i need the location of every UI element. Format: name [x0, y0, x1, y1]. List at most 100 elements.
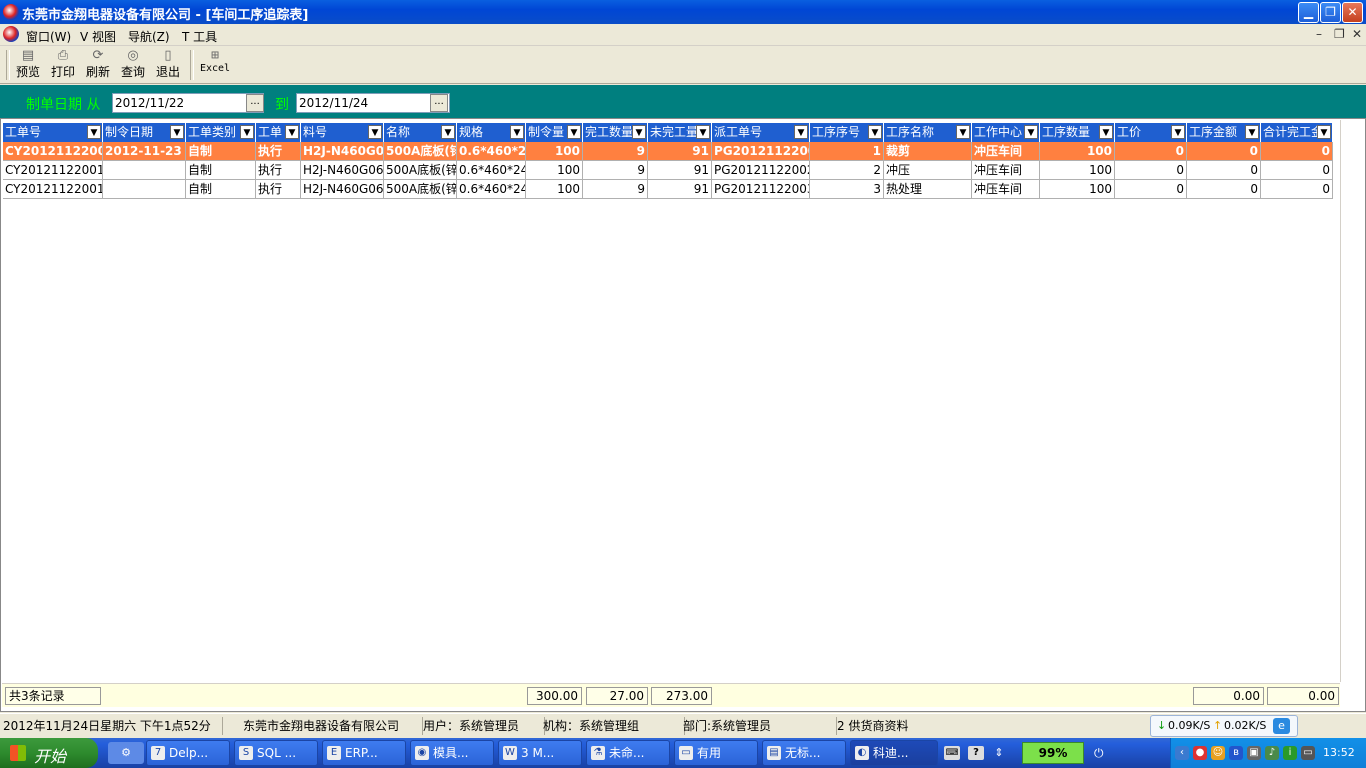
menu-view[interactable]: V 视图 — [80, 28, 116, 45]
col-order-date-cell[interactable] — [103, 161, 186, 180]
col-spec-cell[interactable]: 0.6*460*2 — [457, 142, 526, 161]
col-dispatch-no-cell[interactable]: PG20121122003 — [712, 180, 810, 199]
filter-dropdown-icon[interactable]: ▼ — [1317, 125, 1331, 139]
battery-meter[interactable]: 99% — [1022, 742, 1084, 764]
col-process-seq-cell[interactable]: 2 — [810, 161, 884, 180]
col-process-qty-cell[interactable]: 100 — [1040, 180, 1115, 199]
browser-icon[interactable]: e — [1273, 718, 1290, 734]
col-process-name-cell[interactable]: 冲压 — [884, 161, 972, 180]
col-order-qty-cell[interactable]: 100 — [526, 161, 583, 180]
col-process-amount-cell[interactable]: 0 — [1187, 161, 1261, 180]
col-total-done-amount-cell[interactable]: 0 — [1261, 142, 1333, 161]
col-process-qty-header[interactable]: 工序数量 ▼ — [1040, 123, 1115, 142]
mdi-close-icon[interactable]: ✕ — [1352, 27, 1362, 41]
filter-dropdown-icon[interactable]: ▼ — [956, 125, 970, 139]
data-grid[interactable]: 工单号 ▼ 制令日期 ▼ 工单类别 ▼ 工单 ▼ 料号 ▼ 名称 ▼ 规格 ▼ 制令量 ▼ 完工数量 ▼ 未完工量 ▼… — [0, 118, 1366, 712]
filter-dropdown-icon[interactable]: ▼ — [1245, 125, 1259, 139]
filter-dropdown-icon[interactable]: ▼ — [868, 125, 882, 139]
task-mold-button[interactable]: ◉ 模具... — [410, 740, 494, 766]
tray-network-icon[interactable]: ▣ — [1247, 746, 1261, 760]
filter-dropdown-icon[interactable]: ▼ — [632, 125, 646, 139]
tray-expand-icon[interactable]: ‹ — [1175, 746, 1189, 760]
task-useful-folder-button[interactable]: ▭ 有用 — [674, 740, 758, 766]
col-order-date-cell[interactable]: 2012-11-23 — [103, 142, 186, 161]
col-undone-qty-cell[interactable]: 91 — [648, 161, 712, 180]
col-process-amount-cell[interactable]: 0 — [1187, 180, 1261, 199]
tray-volume-icon[interactable]: ♪ — [1265, 746, 1279, 760]
task-unnamed-button[interactable]: ⚗ 未命... — [586, 740, 670, 766]
col-order-qty-header[interactable]: 制令量 ▼ — [526, 123, 583, 142]
task-delphi-button[interactable]: 7 Delp... — [146, 740, 230, 766]
table-row[interactable]: CY201211220012012-11-23自制执行H2J-N460G0(50… — [3, 142, 1333, 161]
col-part-no-cell[interactable]: H2J-N460G06 — [301, 161, 384, 180]
filter-dropdown-icon[interactable]: ▼ — [87, 125, 101, 139]
start-button[interactable]: 开始 — [0, 738, 98, 768]
date-to-input[interactable]: 2012/11/24 — [296, 93, 450, 113]
col-order-qty-cell[interactable]: 100 — [526, 180, 583, 199]
tray-bluetooth-icon[interactable]: ʙ — [1229, 746, 1243, 760]
task-untitled-button[interactable]: ▤ 无标... — [762, 740, 846, 766]
col-status-header[interactable]: 工单 ▼ — [256, 123, 301, 142]
query-button[interactable]: ◎ 查询 — [119, 49, 147, 80]
quick-launch-icon[interactable]: ⚙ — [108, 742, 144, 764]
menu-tools[interactable]: T 工具 — [182, 28, 217, 45]
col-order-date-cell[interactable] — [103, 180, 186, 199]
exit-button[interactable]: ▯ 退出 — [154, 49, 182, 80]
col-process-seq-cell[interactable]: 3 — [810, 180, 884, 199]
col-order-no-cell[interactable]: CY20121122001 — [3, 142, 103, 161]
task-kedi-button[interactable]: ◐ 科迪... — [850, 740, 938, 766]
col-total-done-amount-header[interactable]: 合计完工金 ▼ — [1261, 123, 1333, 142]
col-process-amount-header[interactable]: 工序金额 ▼ — [1187, 123, 1261, 142]
menu-window[interactable]: 窗口(W) — [26, 28, 71, 45]
filter-dropdown-icon[interactable]: ▼ — [170, 125, 184, 139]
task-erp-button[interactable]: E ERP... — [322, 740, 406, 766]
col-process-name-cell[interactable]: 裁剪 — [884, 142, 972, 161]
col-process-name-cell[interactable]: 热处理 — [884, 180, 972, 199]
col-unit-price-cell[interactable]: 0 — [1115, 161, 1187, 180]
col-order-type-cell[interactable]: 自制 — [186, 180, 256, 199]
col-dispatch-no-header[interactable]: 派工单号 ▼ — [712, 123, 810, 142]
col-part-no-cell[interactable]: H2J-N460G06 — [301, 180, 384, 199]
col-order-qty-cell[interactable]: 100 — [526, 142, 583, 161]
col-process-seq-header[interactable]: 工序序号 ▼ — [810, 123, 884, 142]
task-word-button[interactable]: W 3 M... — [498, 740, 582, 766]
col-work-center-cell[interactable]: 冲压车间 — [972, 161, 1040, 180]
col-dispatch-no-cell[interactable]: PG20121122002 — [712, 161, 810, 180]
col-unit-price-cell[interactable]: 0 — [1115, 180, 1187, 199]
filter-dropdown-icon[interactable]: ▼ — [794, 125, 808, 139]
minimize-button[interactable]: ▁ — [1298, 2, 1319, 23]
col-total-done-amount-cell[interactable]: 0 — [1261, 161, 1333, 180]
mdi-minimize-icon[interactable]: – — [1316, 27, 1322, 41]
col-part-no-header[interactable]: 料号 ▼ — [301, 123, 384, 142]
col-order-no-header[interactable]: 工单号 ▼ — [3, 123, 103, 142]
keyboard-icon[interactable]: ⌨ — [944, 746, 960, 760]
col-status-cell[interactable]: 执行 — [256, 142, 301, 161]
filter-dropdown-icon[interactable]: ▼ — [567, 125, 581, 139]
task-sql-button[interactable]: S SQL ... — [234, 740, 318, 766]
filter-dropdown-icon[interactable]: ▼ — [1099, 125, 1113, 139]
col-process-amount-cell[interactable]: 0 — [1187, 142, 1261, 161]
tray-user-icon[interactable]: ☺ — [1211, 746, 1225, 760]
col-undone-qty-cell[interactable]: 91 — [648, 142, 712, 161]
col-unit-price-header[interactable]: 工价 ▼ — [1115, 123, 1187, 142]
col-done-qty-cell[interactable]: 9 — [583, 161, 648, 180]
date-from-picker-button[interactable]: ... — [246, 94, 264, 112]
restore-button[interactable]: ❐ — [1320, 2, 1341, 23]
date-to-picker-button[interactable]: ... — [430, 94, 448, 112]
preview-button[interactable]: ▤ 预览 — [14, 49, 42, 80]
filter-dropdown-icon[interactable]: ▼ — [510, 125, 524, 139]
col-order-no-cell[interactable]: CY20121122001 — [3, 161, 103, 180]
col-spec-header[interactable]: 规格 ▼ — [457, 123, 526, 142]
col-process-qty-cell[interactable]: 100 — [1040, 161, 1115, 180]
vertical-scrollbar[interactable] — [1340, 120, 1364, 682]
filter-dropdown-icon[interactable]: ▼ — [240, 125, 254, 139]
tray-app-icon[interactable]: ● — [1193, 746, 1207, 760]
col-work-center-cell[interactable]: 冲压车间 — [972, 142, 1040, 161]
print-button[interactable]: ⎙ 打印 — [49, 49, 77, 80]
filter-dropdown-icon[interactable]: ▼ — [1171, 125, 1185, 139]
col-name-cell[interactable]: 500A底板(锌 — [384, 142, 457, 161]
mdi-restore-icon[interactable]: ❐ — [1334, 27, 1345, 41]
tray-display-icon[interactable]: ▭ — [1301, 746, 1315, 760]
col-total-done-amount-cell[interactable]: 0 — [1261, 180, 1333, 199]
col-spec-cell[interactable]: 0.6*460*24 — [457, 180, 526, 199]
